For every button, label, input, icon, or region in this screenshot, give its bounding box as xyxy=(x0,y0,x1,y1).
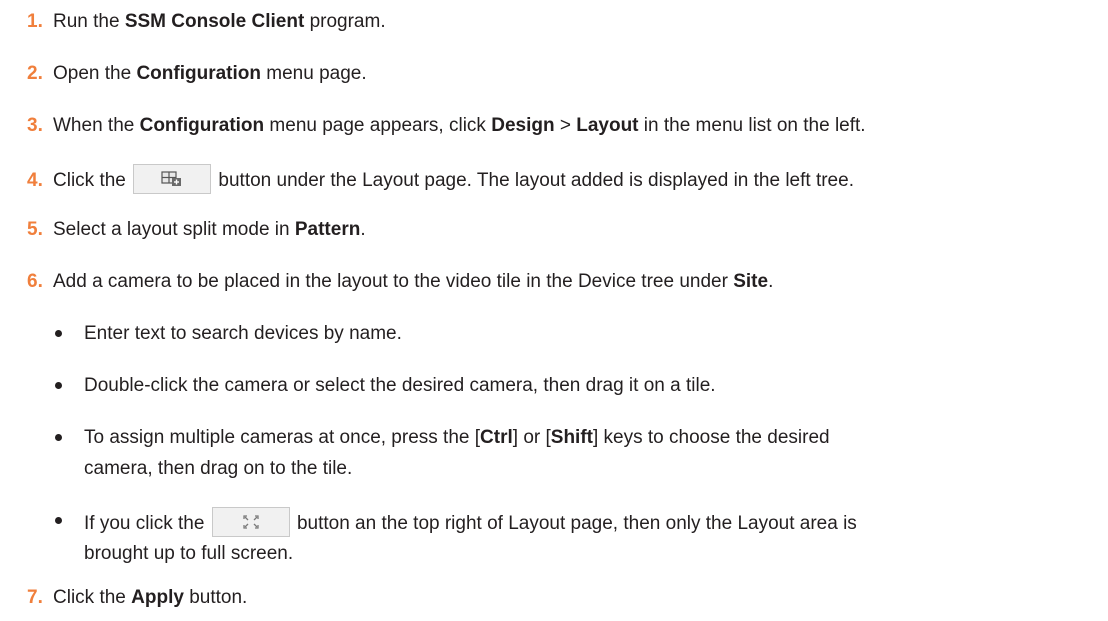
step-text: Select a layout split mode in xyxy=(53,219,295,240)
step-4: 4. Click the button under the Layout page… xyxy=(27,164,854,196)
step-6: 6. Add a camera to be placed in the layou… xyxy=(27,270,773,294)
step-text: button. xyxy=(183,587,248,608)
apply-label: Apply xyxy=(131,587,184,608)
ctrl-key: Ctrl xyxy=(480,427,513,448)
step-text: When the xyxy=(53,115,140,136)
step-text: Click the xyxy=(53,587,132,608)
bullet-text-continued: camera, then drag on to the tile. xyxy=(84,458,353,479)
step-number: 3. xyxy=(27,115,43,136)
fullscreen-icon xyxy=(243,515,259,529)
step-text: Click the xyxy=(53,170,126,192)
step-number: 5. xyxy=(27,219,43,240)
menu-item-design: Design xyxy=(491,115,555,136)
fullscreen-button[interactable] xyxy=(211,507,290,537)
step-text: menu page appears, click xyxy=(264,115,492,136)
bullet-text: If you click the button an the top right… xyxy=(84,507,857,539)
step-number: 7. xyxy=(27,587,43,608)
bullet-dot xyxy=(55,517,62,524)
step-text: Open the xyxy=(53,63,137,84)
menu-item-layout: Layout xyxy=(576,115,639,136)
step-text: Run the xyxy=(53,11,125,32)
add-layout-icon xyxy=(161,171,182,186)
step-5: 5. Select a layout split mode in Pattern. xyxy=(27,218,366,242)
site-label: Site xyxy=(733,271,769,292)
bullet-text: Double-click the camera or select the de… xyxy=(84,375,716,396)
step-text: . xyxy=(360,219,366,240)
step-number: 4. xyxy=(27,170,43,192)
step-number: 6. xyxy=(27,271,43,292)
bullet-dot xyxy=(55,330,62,337)
step-number: 1. xyxy=(27,11,43,32)
step-1: 1. Run the SSM Console Client program. xyxy=(27,10,386,34)
step-text: > xyxy=(554,115,577,136)
bullet-dot xyxy=(55,434,62,441)
step-text: . xyxy=(768,271,774,292)
step-text: program. xyxy=(304,11,386,32)
step-number: 2. xyxy=(27,63,43,84)
add-layout-button[interactable] xyxy=(133,164,212,194)
step-2: 2. Open the Configuration menu page. xyxy=(27,62,367,86)
program-name: SSM Console Client xyxy=(124,11,305,32)
step-text: menu page. xyxy=(260,63,367,84)
step-text: button under the Layout page. The layout… xyxy=(218,170,854,192)
bullet-text-continued: brought up to full screen. xyxy=(84,543,294,564)
shift-key: Shift xyxy=(550,427,593,448)
bullet-dot xyxy=(55,382,62,389)
bullet-text: To assign multiple cameras at once, pres… xyxy=(84,427,830,448)
instruction-document: 1. Run the SSM Console Client program. 2.… xyxy=(0,0,1108,621)
step-7: 7. Click the Apply button. xyxy=(27,586,247,610)
menu-name: Configuration xyxy=(136,63,261,84)
bullet-text: Enter text to search devices by name. xyxy=(84,323,402,344)
step-text: Add a camera to be placed in the layout … xyxy=(53,271,734,292)
step-text: in the menu list on the left. xyxy=(638,115,866,136)
step-3: 3. When the Configuration menu page appea… xyxy=(27,114,866,138)
pattern-label: Pattern xyxy=(294,219,361,240)
menu-name: Configuration xyxy=(139,115,265,136)
